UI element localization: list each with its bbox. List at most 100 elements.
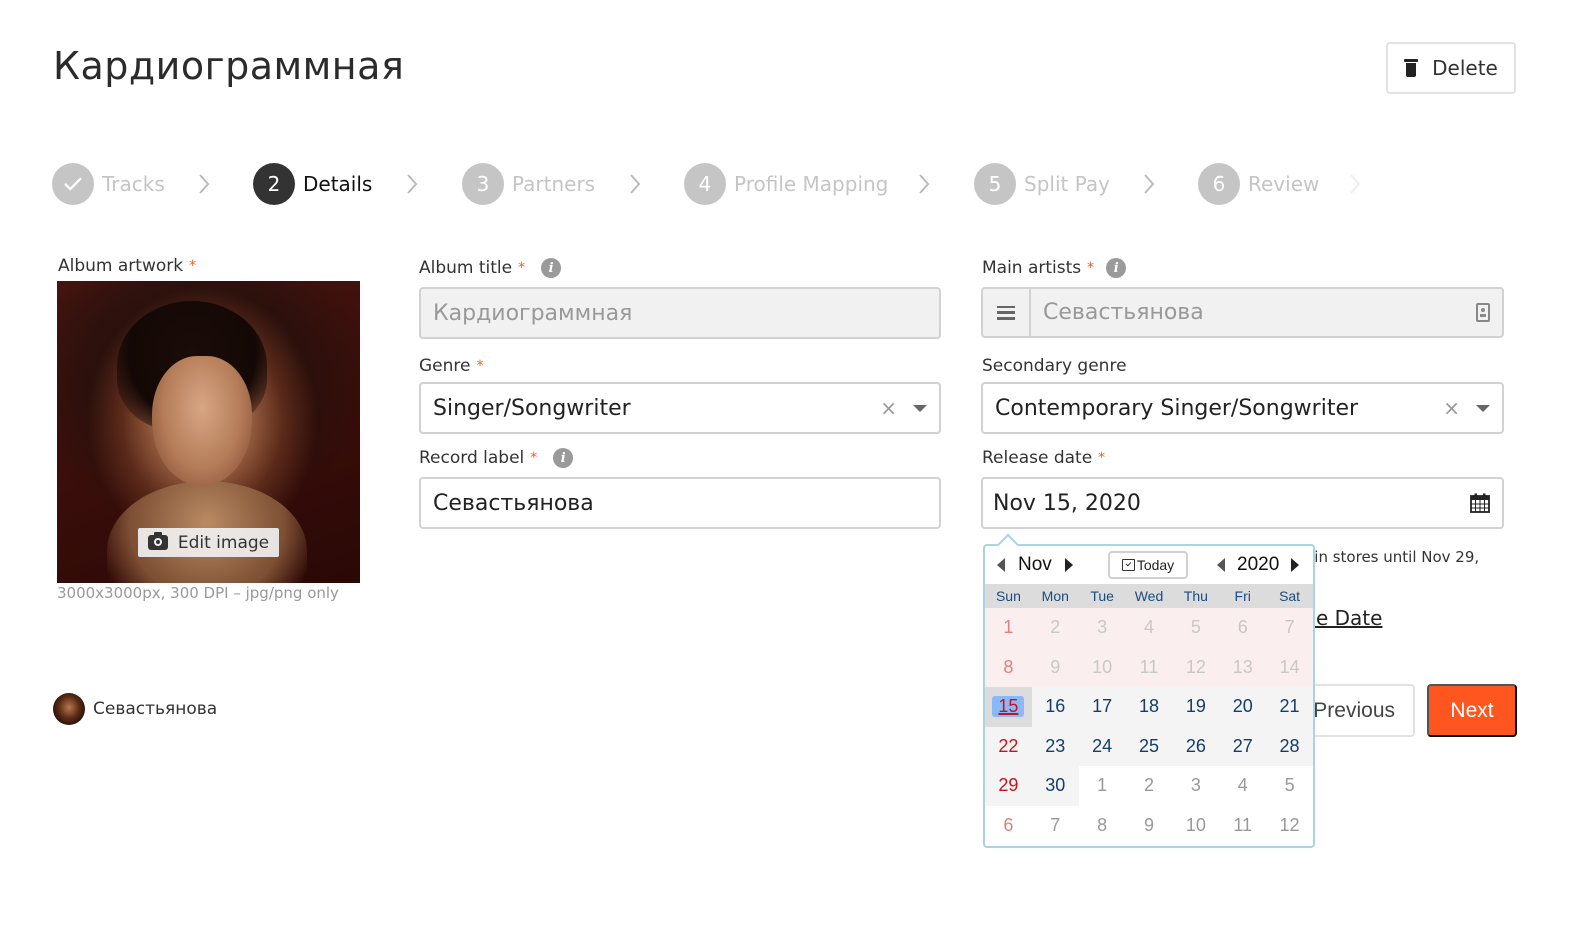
year-label: 2020 <box>1237 554 1280 575</box>
record-label-input[interactable]: Севастьянова <box>419 477 941 529</box>
album-title-input[interactable]: Кардиограммная <box>419 287 941 339</box>
dropdown-caret-icon[interactable] <box>1476 404 1490 412</box>
weekday-mon: Mon <box>1041 588 1069 604</box>
day-number: 8 <box>1097 814 1108 835</box>
calendar-day[interactable]: 5 <box>1266 766 1313 806</box>
calendar-day: 8 <box>985 647 1032 687</box>
contact-card-icon[interactable] <box>1476 303 1490 322</box>
checkmark-icon <box>64 177 82 191</box>
delete-button[interactable]: Delete <box>1386 42 1516 94</box>
calendar-day[interactable]: 1 <box>1078 766 1126 806</box>
artist-list-button[interactable] <box>983 289 1031 336</box>
dropdown-caret-icon[interactable] <box>913 404 927 412</box>
label-text: Secondary genre <box>982 356 1127 376</box>
calendar-day: 11 <box>1125 647 1173 687</box>
step-label: Profile Mapping <box>734 172 889 196</box>
step-label: Review <box>1248 172 1320 196</box>
info-icon[interactable]: i <box>1106 258 1127 278</box>
genre-label: Genre * <box>419 356 483 376</box>
day-number: 29 <box>998 775 1019 796</box>
artwork-label: Album artwork * <box>58 256 196 276</box>
info-icon[interactable]: i <box>553 448 574 468</box>
calendar-day[interactable]: 19 <box>1172 687 1220 727</box>
chevron-right-icon <box>405 172 419 196</box>
day-number: 2 <box>1143 775 1154 796</box>
step-split-pay[interactable]: 5 Split Pay <box>974 162 1110 206</box>
step-details[interactable]: 2 Details <box>253 162 372 206</box>
genre-select[interactable]: Singer/Songwriter × <box>419 382 941 434</box>
step-partners[interactable]: 3 Partners <box>462 162 595 206</box>
day-number: 5 <box>1190 617 1201 638</box>
calendar-day[interactable]: 2 <box>1125 766 1173 806</box>
next-month-icon[interactable] <box>1064 558 1073 572</box>
day-number: 27 <box>1232 735 1253 756</box>
calendar-day[interactable]: 20 <box>1219 687 1267 727</box>
calendar-day[interactable]: 28 <box>1266 726 1313 766</box>
calendar-day-selected[interactable]: 15 <box>985 687 1032 727</box>
prev-month-icon[interactable] <box>997 558 1005 572</box>
avatar <box>53 693 85 725</box>
day-number: 26 <box>1185 735 1206 756</box>
calendar-day[interactable]: 21 <box>1266 687 1313 727</box>
step-tracks[interactable]: Tracks <box>52 162 165 206</box>
chevron-right-icon <box>1348 172 1362 196</box>
required-mark: * <box>476 358 484 374</box>
day-number: 9 <box>1143 814 1154 835</box>
calendar-day[interactable]: 16 <box>1031 687 1079 727</box>
calendar-day[interactable]: 22 <box>985 726 1032 766</box>
calendar-check-icon <box>1121 559 1135 571</box>
calendar-day[interactable]: 30 <box>1031 766 1079 806</box>
secondary-genre-select[interactable]: Contemporary Singer/Songwriter × <box>981 382 1504 434</box>
day-number: 1 <box>1003 617 1014 638</box>
calendar-day[interactable]: 18 <box>1125 687 1173 727</box>
calendar-day[interactable]: 4 <box>1219 766 1267 806</box>
step-review[interactable]: 6 Review <box>1198 162 1319 206</box>
day-number: 2 <box>1050 617 1061 638</box>
calendar-day[interactable]: 24 <box>1078 726 1126 766</box>
day-number: 20 <box>1232 696 1253 717</box>
album-title-label: Album title * i <box>419 258 562 278</box>
required-mark: * <box>518 260 526 276</box>
step-profile-mapping[interactable]: 4 Profile Mapping <box>684 162 888 206</box>
release-date-input[interactable]: Nov 15, 2020 <box>981 477 1504 529</box>
calendar-day[interactable]: 7 <box>1031 805 1079 845</box>
calendar-day[interactable]: 25 <box>1125 726 1173 766</box>
weekday-sun: Sun <box>995 588 1021 604</box>
next-button[interactable]: Next <box>1427 684 1517 737</box>
calendar-day[interactable]: 10 <box>1172 805 1220 845</box>
chevron-right-icon <box>1142 172 1156 196</box>
main-artists-input[interactable]: Севастьянова <box>981 287 1504 338</box>
label-text: Main artists <box>982 258 1082 278</box>
prev-year-icon[interactable] <box>1217 558 1225 572</box>
artwork-hint: 3000x3000px, 300 DPI – jpg/png only <box>57 584 339 602</box>
calendar-day[interactable]: 6 <box>985 805 1032 845</box>
clear-icon[interactable]: × <box>1443 396 1460 420</box>
camera-icon <box>147 532 168 550</box>
info-icon[interactable]: i <box>541 258 562 278</box>
today-button[interactable]: Today <box>1108 551 1188 579</box>
calendar-day[interactable]: 9 <box>1125 805 1173 845</box>
weekday-tue: Tue <box>1090 588 1114 604</box>
calendar-day[interactable]: 17 <box>1078 687 1126 727</box>
calendar-day: 1 <box>985 608 1032 648</box>
artist-name: Севастьянова <box>93 699 218 719</box>
clear-icon[interactable]: × <box>880 396 897 420</box>
day-number: 23 <box>1045 735 1066 756</box>
calendar-day[interactable]: 3 <box>1172 766 1220 806</box>
calendar-day[interactable]: 29 <box>985 766 1032 806</box>
day-number: 21 <box>1279 696 1300 717</box>
day-number: 12 <box>1279 814 1300 835</box>
next-year-icon[interactable] <box>1291 558 1300 572</box>
calendar-icon[interactable] <box>1470 493 1490 513</box>
calendar-days-grid: 1 2 3 4 5 6 7 8 9 10 11 12 13 14 15 16 17 18 19 20 21 22 23 24 2… <box>985 608 1313 845</box>
weekday-sat: Sat <box>1279 588 1301 604</box>
calendar-day[interactable]: 23 <box>1031 726 1079 766</box>
calendar-day[interactable]: 11 <box>1219 805 1267 845</box>
delete-label: Delete <box>1432 56 1498 80</box>
calendar-day[interactable]: 26 <box>1172 726 1220 766</box>
calendar-day[interactable]: 12 <box>1266 805 1313 845</box>
calendar-day[interactable]: 8 <box>1078 805 1126 845</box>
edit-image-button[interactable]: Edit image <box>138 528 279 557</box>
day-number: 11 <box>1139 656 1159 677</box>
calendar-day[interactable]: 27 <box>1219 726 1267 766</box>
